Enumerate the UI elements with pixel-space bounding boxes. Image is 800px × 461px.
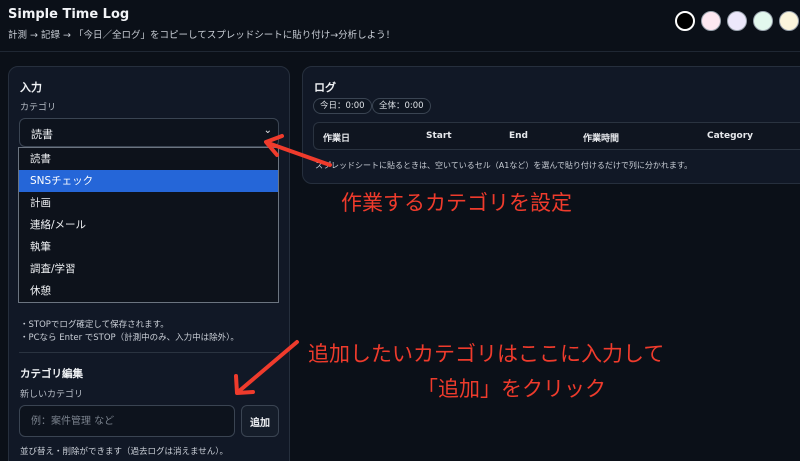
theme-swatch-cream[interactable] xyxy=(779,11,799,31)
dropdown-option-planning[interactable]: 計画 xyxy=(19,192,278,214)
dropdown-option-research[interactable]: 調査/学習 xyxy=(19,258,278,280)
divider xyxy=(19,352,279,353)
log-table-header: 作業日 Start End 作業時間 Category xyxy=(313,122,800,150)
log-panel-title: ログ xyxy=(314,81,336,94)
category-edit-footer: 並び替え・削除ができます（過去ログは消えません）。 xyxy=(20,447,228,457)
top-bar: Simple Time Log 計測 → 記録 → 「今日／全ログ」をコピーして… xyxy=(0,0,800,52)
annotation-add-line2: 「追加」をクリック xyxy=(417,377,606,401)
dropdown-option-break[interactable]: 休憩 xyxy=(19,280,278,302)
column-header-category: Category xyxy=(707,131,754,141)
annotation-category: 作業するカテゴリを設定 xyxy=(341,191,572,215)
app-subtitle: 計測 → 記録 → 「今日／全ログ」をコピーしてスプレッドシートに貼り付け→分析… xyxy=(8,30,396,41)
column-header-start: Start xyxy=(426,131,452,141)
add-category-button[interactable]: 追加 xyxy=(241,405,279,437)
category-select-value: 読書 xyxy=(31,128,53,141)
chevron-down-icon: ⌄ xyxy=(263,125,272,136)
dropdown-option-sns-check[interactable]: SNSチェック xyxy=(19,170,278,192)
theme-swatch-pink[interactable] xyxy=(701,11,721,31)
dropdown-option-writing[interactable]: 執筆 xyxy=(19,236,278,258)
theme-swatch-lavender[interactable] xyxy=(727,11,747,31)
column-header-date: 作業日 xyxy=(323,134,351,144)
new-category-label: 新しいカテゴリ xyxy=(20,390,84,400)
input-panel-title: 入力 xyxy=(20,81,42,94)
column-header-duration: 作業時間 xyxy=(583,134,620,144)
annotation-add-line1: 追加したいカテゴリはここに入力して xyxy=(308,342,665,366)
dropdown-option-reading[interactable]: 読書 xyxy=(19,148,278,170)
category-select[interactable]: 読書 ⌄ xyxy=(19,118,279,147)
today-total-pill: 今日：0:00 xyxy=(313,98,372,114)
column-header-end: End xyxy=(509,131,528,141)
theme-swatches xyxy=(675,11,799,31)
theme-swatch-mint[interactable] xyxy=(753,11,773,31)
overall-total-pill: 全体：0:00 xyxy=(372,98,431,114)
category-dropdown-list: 読書 SNSチェック 計画 連絡/メール 執筆 調査/学習 休憩 xyxy=(18,147,279,303)
dropdown-option-contact-mail[interactable]: 連絡/メール xyxy=(19,214,278,236)
log-panel: ログ 今日：0:00 全体：0:00 作業日 Start End 作業時間 Ca… xyxy=(302,66,800,184)
category-label: カテゴリ xyxy=(20,103,57,113)
category-edit-title: カテゴリ編集 xyxy=(20,368,83,380)
theme-swatch-black[interactable] xyxy=(675,11,695,31)
paste-hint: スプレッドシートに貼るときは、空いているセル（A1など）を選んで貼り付けるだけで… xyxy=(315,161,693,170)
app-title: Simple Time Log xyxy=(8,7,130,22)
note-enter: ・PCなら Enter でSTOP（計測中のみ、入力中は除外）。 xyxy=(20,333,239,343)
new-category-input[interactable] xyxy=(19,405,235,437)
note-stop: ・STOPでログ確定して保存されます。 xyxy=(20,320,169,330)
